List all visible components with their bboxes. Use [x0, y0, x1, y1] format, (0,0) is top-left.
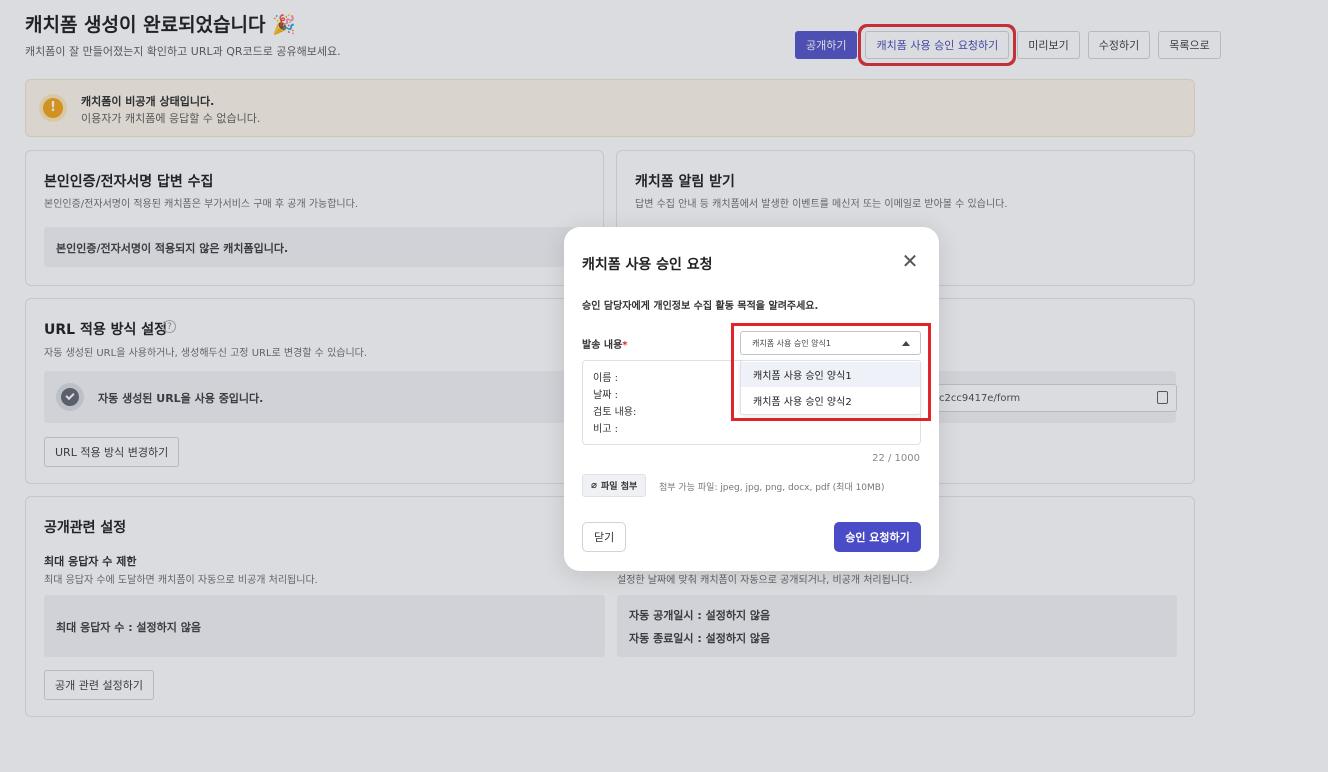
template-select-value: 캐치폼 사용 승인 양식1	[752, 338, 831, 348]
content-line: 비고 :	[593, 424, 618, 435]
send-content-label: 발송 내용*	[582, 336, 628, 351]
template-options: 캐치폼 사용 승인 양식1 캐치폼 사용 승인 양식2	[740, 360, 921, 415]
caret-up-icon	[902, 341, 910, 346]
send-content-label-text: 발송 내용	[582, 340, 623, 351]
file-attach-button[interactable]: ⌀ 파일 첨부	[582, 474, 647, 497]
template-option[interactable]: 캐치폼 사용 승인 양식1	[741, 362, 920, 387]
submit-approval-button[interactable]: 승인 요청하기	[834, 522, 921, 552]
char-counter: 22 / 1000	[872, 453, 920, 464]
attach-hint: 첨부 가능 파일: jpeg, jpg, png, docx, pdf (최대 …	[659, 483, 885, 493]
template-select[interactable]: 캐치폼 사용 승인 양식1	[740, 331, 921, 355]
close-icon[interactable]: ✕	[898, 249, 922, 273]
modal-close-button[interactable]: 닫기	[582, 522, 627, 552]
modal-description: 승인 담당자에게 개인정보 수집 활동 목적을 알려주세요.	[582, 301, 819, 312]
template-option[interactable]: 캐치폼 사용 승인 양식2	[741, 388, 920, 413]
paperclip-icon: ⌀	[591, 480, 598, 491]
modal-title: 캐치폼 사용 승인 요청	[582, 257, 713, 273]
required-mark: *	[622, 340, 628, 351]
file-attach-label: 파일 첨부	[601, 482, 638, 492]
